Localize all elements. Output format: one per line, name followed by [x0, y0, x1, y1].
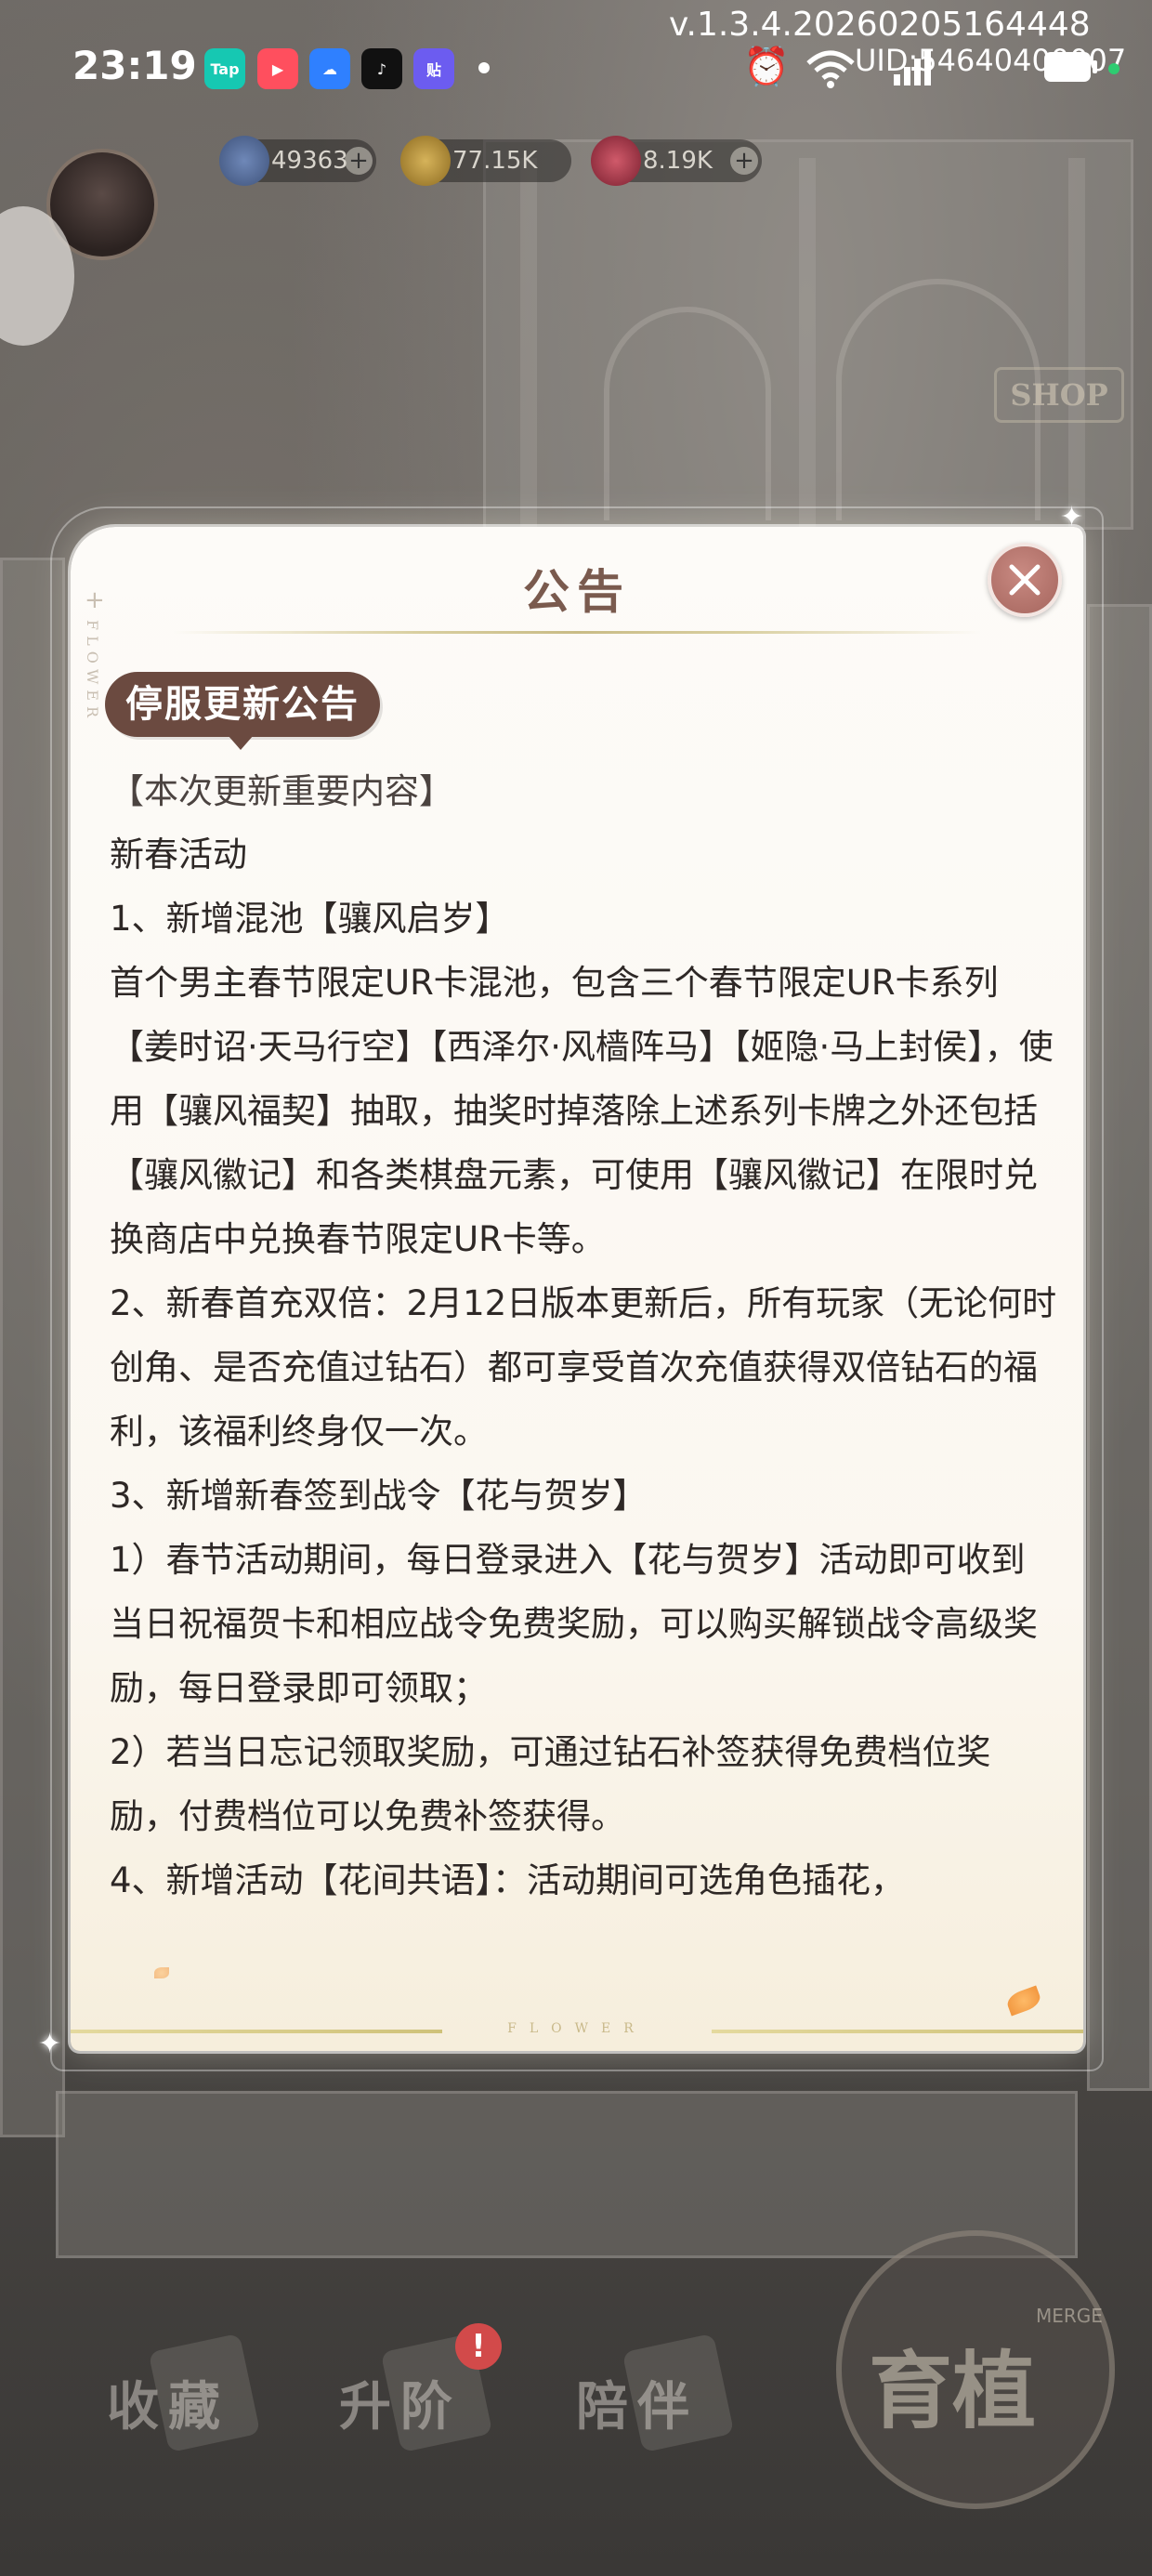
cloud-app-icon: ☁ [309, 48, 350, 89]
notice-paragraph: 3、新增新春签到战令【花与贺岁】 [110, 1476, 648, 1516]
status-time: 23:19 [72, 43, 197, 88]
signal-icon [892, 48, 933, 92]
status-bar: 23:19 Tap ▶ ☁ ♪ 贴 v.1.3.4.20260205164448… [0, 0, 1152, 139]
nav-accompany-button[interactable]: 陪伴 [576, 2356, 699, 2449]
video-app-icon: ▶ [257, 48, 298, 89]
version-label: v.1.3.4.20260205164448 [669, 6, 1091, 44]
bottom-decoration: FLOWER [507, 2021, 647, 2036]
side-decoration: FLOWER [84, 620, 101, 724]
title-divider [173, 631, 981, 634]
garden-floor [56, 2091, 1078, 2258]
energy-value: 49363 [271, 147, 348, 175]
lightning-icon [219, 136, 269, 186]
close-button[interactable] [988, 543, 1062, 617]
notice-paragraph: 首个男主春节限定UR卡混池，包含三个春节限定UR卡系列【姜时诏·天马行空】【西泽… [110, 963, 1054, 1259]
mansion-pillar [1068, 158, 1085, 530]
notice-paragraph: 1、新增混池【骧风启岁】 [110, 899, 510, 939]
alarm-icon: ⏰ [743, 46, 790, 88]
nav-collect-label: 收藏 [107, 2375, 229, 2438]
wifi-icon [805, 48, 857, 96]
mansion-pillar [799, 158, 816, 530]
battery-icon [1043, 50, 1099, 90]
notice-body[interactable]: 【本次更新重要内容】 新春活动 1、新增混池【骧风启岁】 首个男主春节限定UR卡… [110, 770, 1057, 1912]
add-energy-button[interactable]: + [345, 147, 373, 175]
section-tag: 停服更新公告 [105, 672, 380, 750]
coin-icon [400, 136, 451, 186]
announcement-dialog: ✦ ✦ + FLOWER 公告 停服更新公告 【本次更新重要内容】 新春活动 1… [38, 501, 1104, 2071]
nav-upgrade-button[interactable]: 升阶 [339, 2356, 462, 2449]
notice-paragraph: 1）春节活动期间，每日登录进入【花与贺岁】活动即可收到当日祝福贺卡和相应战令免费… [110, 1540, 1038, 1708]
privacy-indicator-icon [1108, 63, 1119, 74]
nav-accompany-label: 陪伴 [576, 2375, 699, 2438]
sparkle-icon: ✦ [1060, 501, 1084, 533]
mansion-pillar [520, 158, 537, 530]
mansion-arch [604, 307, 771, 520]
taptap-icon: Tap [204, 48, 245, 89]
grow-label: 育植 [869, 2342, 1036, 2440]
grow-sub-label: MERGE [1036, 2305, 1103, 2327]
gem-icon [591, 136, 641, 186]
petal-icon [1004, 1985, 1043, 2017]
notice-paragraph: 4、新增活动【花间共语】：活动期间可选角色插花， [110, 1860, 906, 1900]
gold-counter: 77.15K [400, 136, 571, 186]
tiktok-icon: ♪ [361, 48, 402, 89]
close-icon [1009, 564, 1041, 596]
notice-paragraph: 【本次更新重要内容】 [110, 771, 453, 811]
gold-value: 77.15K [452, 147, 538, 175]
upgrade-alert-badge: ! [455, 2323, 502, 2370]
nav-upgrade-label: 升阶 [339, 2375, 462, 2438]
shop-sign[interactable]: SHOP [994, 367, 1124, 423]
petal-icon [154, 1967, 169, 1978]
dialog-title: 公告 [523, 564, 631, 619]
energy-counter: 49363 + [219, 136, 376, 186]
bottom-divider: FLOWER [71, 2021, 1083, 2040]
nav-collect-button[interactable]: 收藏 [107, 2356, 229, 2449]
sparkle-icon: ✦ [38, 2028, 62, 2060]
gem-value: 8.19K [643, 147, 713, 175]
right-wall [1087, 604, 1152, 2091]
notice-paragraph: 2、新春首充双倍：2月12日版本更新后，所有玩家（无论何时创角、是否充值过钻石）… [110, 1283, 1057, 1452]
notice-paragraph: 2）若当日忘记领取奖励，可通过钻石补签获得免费档位奖励，付费档位可以免费补签获得… [110, 1732, 991, 1836]
tieba-icon: 贴 [413, 48, 454, 89]
notice-paragraph: 新春活动 [110, 835, 247, 874]
gem-counter: 8.19K + [591, 136, 762, 186]
add-gems-button[interactable]: + [730, 147, 758, 175]
left-wall [0, 558, 65, 2137]
notification-dot-icon [478, 62, 490, 73]
